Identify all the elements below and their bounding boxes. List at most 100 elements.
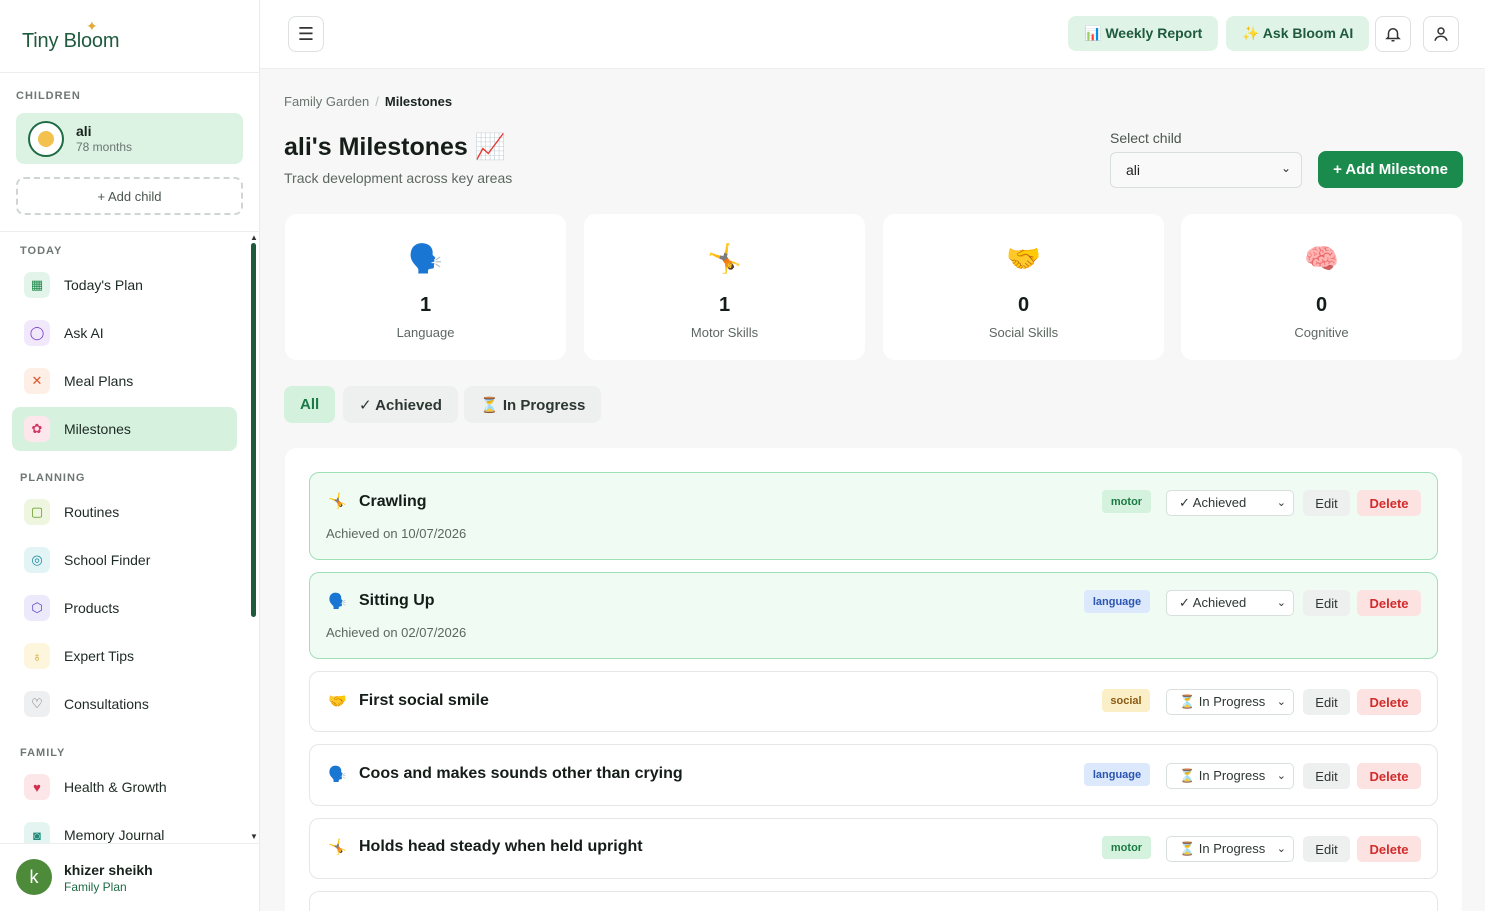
stat-label: Motor Skills (690, 325, 759, 340)
page-subtitle: Track development across key areas (284, 170, 513, 186)
scroll-down-arrow[interactable]: ▼ (250, 832, 258, 841)
utensils-icon: ✕ (24, 368, 50, 394)
notifications-button[interactable] (1375, 16, 1411, 52)
today-section-label: TODAY (20, 245, 63, 257)
edit-button[interactable]: Edit (1303, 490, 1350, 516)
status-select[interactable]: ⏳ In Progress ⌄ (1166, 763, 1294, 789)
family-section-label: FAMILY (20, 747, 66, 759)
app-logo[interactable]: Tiny Bloom (22, 30, 119, 53)
status-select[interactable]: ✓ Achieved ⌄ (1166, 590, 1294, 616)
sparkle-icon: ✦ (86, 18, 98, 34)
sidebar-item-label: Consultations (64, 696, 149, 712)
top-bar: ☰ 📊 Weekly Report ✨ Ask Bloom AI (260, 0, 1485, 69)
sidebar-item-label: Milestones (64, 421, 131, 437)
stat-card-cognitive: 🧠 0 Cognitive (1181, 214, 1462, 360)
sidebar-item-label: Meal Plans (64, 373, 134, 389)
add-child-button[interactable]: + Add child (16, 177, 243, 215)
sidebar-item-label: School Finder (64, 552, 151, 568)
breadcrumb-current: Milestones (384, 94, 453, 109)
sidebar-item-school-finder[interactable]: ◎ School Finder (12, 538, 237, 582)
compass-icon: ◎ (24, 547, 50, 573)
baby-face-icon (38, 131, 54, 147)
status-select-value: ✓ Achieved (1179, 495, 1247, 510)
cartwheel-icon: 🤸 (328, 493, 347, 510)
delete-button[interactable]: Delete (1357, 689, 1421, 715)
ask-bloom-ai-button[interactable]: ✨ Ask Bloom AI (1226, 16, 1370, 51)
milestone-card: 🤸 Crawling Achieved on 10/07/2026 motor … (309, 472, 1438, 560)
sidebar-divider (0, 231, 259, 232)
user-name: khizer sheikh (64, 862, 153, 878)
bell-icon (1385, 28, 1401, 42)
sidebar-scrollbar[interactable] (251, 243, 256, 617)
status-select[interactable]: ✓ Achieved ⌄ (1166, 490, 1294, 516)
chevron-down-icon: ⌄ (1276, 597, 1286, 609)
delete-button[interactable]: Delete (1357, 490, 1421, 516)
status-select-value: ⏳ In Progress (1179, 694, 1266, 709)
heart-pulse-icon: ♥ (24, 774, 50, 800)
child-name: ali (76, 123, 92, 139)
user-profile[interactable]: k khizer sheikh Family Plan (0, 843, 259, 911)
status-select[interactable]: ⏳ In Progress ⌄ (1166, 836, 1294, 862)
menu-toggle-button[interactable]: ☰ (288, 16, 324, 52)
user-avatar: k (16, 859, 52, 895)
sidebar-item-label: Today's Plan (64, 277, 143, 293)
stat-value: 0 (1315, 294, 1328, 316)
filter-in-progress[interactable]: ⏳ In Progress (464, 386, 602, 423)
filter-achieved[interactable]: ✓ Achieved (343, 386, 458, 423)
sidebar-item-meal-plans[interactable]: ✕ Meal Plans (12, 359, 237, 403)
edit-button[interactable]: Edit (1303, 689, 1350, 715)
brain-icon: 🧠 (1304, 243, 1339, 274)
sidebar-item-consultations[interactable]: ♡ Consultations (12, 682, 237, 726)
add-milestone-button[interactable]: + Add Milestone (1318, 151, 1463, 188)
chevron-down-icon: ⌄ (1276, 696, 1286, 708)
sidebar-item-milestones[interactable]: ✿ Milestones (12, 407, 237, 451)
milestone-card: 🗣️ Coos and makes sounds other than cryi… (309, 744, 1438, 806)
sidebar-item-products[interactable]: ⬡ Products (12, 586, 237, 630)
edit-button[interactable]: Edit (1303, 590, 1350, 616)
logo-area: Tiny Bloom ✦ (0, 0, 259, 73)
edit-button[interactable]: Edit (1303, 763, 1350, 789)
child-avatar (28, 121, 64, 157)
box-icon: ⬡ (24, 595, 50, 621)
user-plan: Family Plan (64, 880, 127, 894)
edit-button[interactable]: Edit (1303, 836, 1350, 862)
sidebar-item-label: Products (64, 600, 120, 616)
child-age: 78 months (76, 140, 133, 154)
sidebar-item-routines[interactable]: ▢ Routines (12, 490, 237, 534)
status-select[interactable]: ⏳ In Progress ⌄ (1166, 689, 1294, 715)
stat-value: 1 (718, 294, 731, 316)
sidebar-item-health-growth[interactable]: ♥ Health & Growth (12, 765, 237, 809)
delete-button[interactable]: Delete (1357, 836, 1421, 862)
filter-all[interactable]: All (284, 386, 336, 423)
stat-label: Cognitive (1294, 325, 1349, 340)
breadcrumb-root[interactable]: Family Garden (284, 94, 369, 109)
child-card-ali[interactable]: ali 78 months (16, 113, 243, 164)
scroll-up-arrow[interactable]: ▲ (250, 233, 258, 242)
sidebar-item-expert-tips[interactable]: ♁ Expert Tips (12, 634, 237, 678)
sidebar-item-label: Health & Growth (64, 779, 167, 795)
hamburger-icon: ☰ (297, 23, 315, 44)
status-select-value: ⏳ In Progress (1179, 841, 1266, 856)
milestone-title: Crawling (359, 493, 427, 510)
child-select[interactable]: ali ⌄ (1110, 152, 1302, 188)
cartwheel-icon: 🤸 (328, 839, 347, 856)
delete-button[interactable]: Delete (1357, 763, 1421, 789)
milestone-title: Holds head steady when held upright (359, 838, 643, 855)
profile-button[interactable] (1423, 16, 1459, 52)
sidebar-item-ask-ai[interactable]: ◯ Ask AI (12, 311, 237, 355)
user-icon (1434, 27, 1448, 41)
milestone-card: 🗣️ Sitting Up Achieved on 02/07/2026 lan… (309, 572, 1438, 659)
lightbulb-icon: ♁ (24, 643, 50, 669)
speaking-head-icon: 🗣️ (408, 243, 443, 274)
sidebar-item-label: Routines (64, 504, 120, 520)
category-tag: motor (1102, 490, 1151, 513)
stethoscope-icon: ♡ (24, 691, 50, 717)
sidebar-item-todays-plan[interactable]: ▦ Today's Plan (12, 263, 237, 307)
milestone-date: Achieved on 10/07/2026 (326, 526, 467, 541)
delete-button[interactable]: Delete (1357, 590, 1421, 616)
speaking-head-icon: 🗣️ (328, 593, 347, 610)
weekly-report-button[interactable]: 📊 Weekly Report (1068, 16, 1219, 51)
flower-icon: ✿ (24, 416, 50, 442)
status-select-value: ⏳ In Progress (1179, 768, 1266, 783)
stat-value: 1 (419, 294, 432, 316)
